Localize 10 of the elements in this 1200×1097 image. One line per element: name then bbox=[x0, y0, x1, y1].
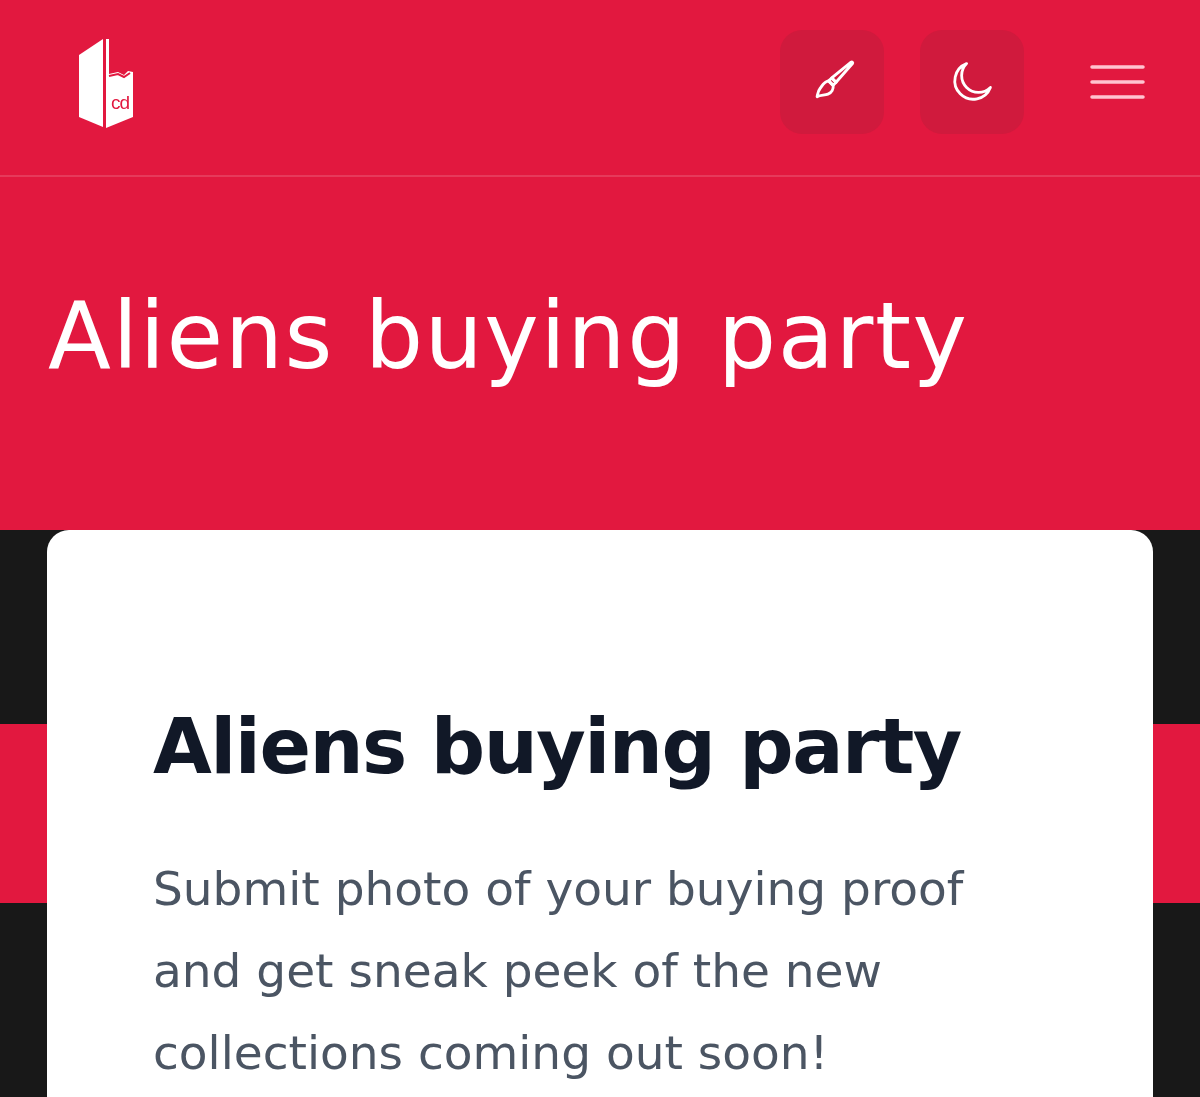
page-title: Aliens buying party bbox=[48, 282, 969, 392]
menu-button[interactable] bbox=[1090, 62, 1145, 102]
card-title: Aliens buying party bbox=[153, 701, 961, 793]
card-description: Submit photo of your buying proof and get sneak peek of the new collections coming out soon! bbox=[153, 860, 966, 1082]
logo-icon bbox=[78, 38, 134, 128]
logo[interactable]: cd bbox=[78, 38, 134, 128]
menu-icon bbox=[1090, 65, 1145, 99]
theme-button[interactable] bbox=[780, 30, 884, 134]
logo-text: cd bbox=[111, 93, 130, 112]
dark-mode-button[interactable] bbox=[920, 30, 1024, 134]
